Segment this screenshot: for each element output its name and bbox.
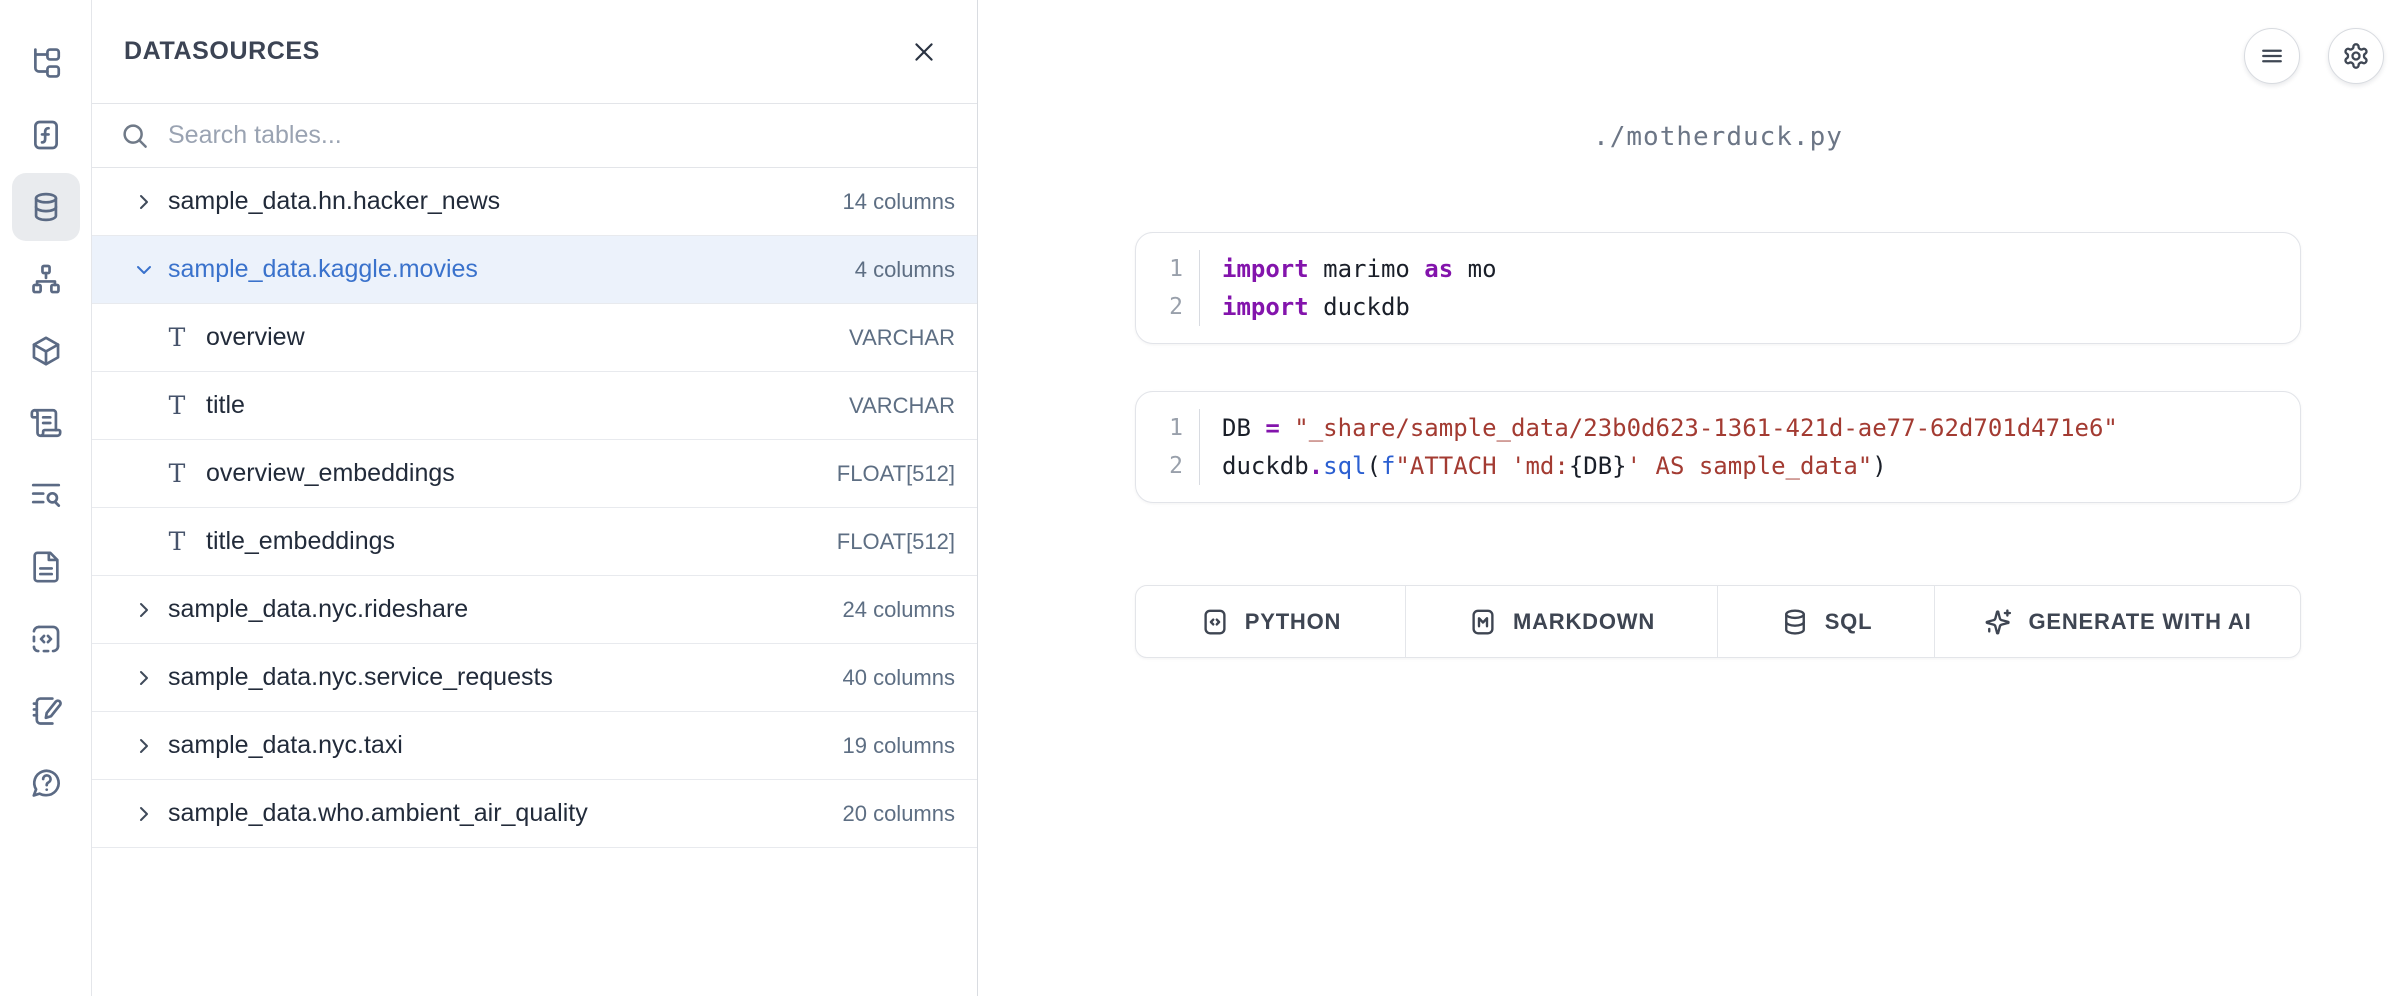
logs-icon: [29, 406, 63, 440]
code-cell[interactable]: 12import marimo as moimport duckdb: [1135, 232, 2301, 344]
line-number-gutter: 12: [1136, 409, 1200, 485]
column-type: VARCHAR: [849, 393, 955, 419]
code-square-icon: [1200, 607, 1230, 637]
code-editor[interactable]: import marimo as moimport duckdb: [1200, 250, 1497, 326]
text-type-icon: T: [162, 393, 192, 418]
column-type: FLOAT[512]: [837, 529, 955, 555]
add-markdown-label: MARKDOWN: [1513, 609, 1655, 635]
table-name: sample_data.nyc.service_requests: [168, 663, 826, 692]
table-column-count: 20 columns: [842, 801, 955, 827]
text-type-icon: T: [162, 461, 192, 486]
close-panel-button[interactable]: [907, 35, 941, 69]
table-column-count: 19 columns: [842, 733, 955, 759]
table-row[interactable]: sample_data.nyc.rideshare 24 columns: [92, 576, 977, 644]
table-column-count: 24 columns: [842, 597, 955, 623]
add-python-label: PYTHON: [1245, 609, 1341, 635]
search-icon: [120, 121, 150, 151]
activity-bar: [0, 0, 92, 996]
datasources-icon: [29, 190, 63, 224]
gear-icon: [2342, 42, 2370, 70]
snippets-icon: [29, 622, 63, 656]
table-row[interactable]: sample_data.hn.hacker_news 14 columns: [92, 168, 977, 236]
sidebar-item-help[interactable]: [12, 749, 80, 817]
column-row[interactable]: T title_embeddings FLOAT[512]: [92, 508, 977, 576]
help-icon: [29, 766, 63, 800]
sidebar-item-tracing[interactable]: [12, 461, 80, 529]
line-number-gutter: 12: [1136, 250, 1200, 326]
column-name: title: [206, 391, 833, 420]
settings-button[interactable]: [2328, 28, 2384, 84]
chevron-icon: [132, 190, 156, 214]
add-cell-bar: PYTHON MARKDOWN SQL GENERATE WITH AI: [1135, 585, 2301, 658]
table-name: sample_data.nyc.taxi: [168, 731, 826, 760]
sidebar-item-file-explorer[interactable]: [12, 29, 80, 97]
close-icon: [911, 39, 937, 65]
file-explorer-icon: [29, 46, 63, 80]
sidebar-item-datasources[interactable]: [12, 173, 80, 241]
tables-list: sample_data.hn.hacker_news 14 columns sa…: [92, 168, 977, 848]
column-name: overview_embeddings: [206, 459, 821, 488]
code-cell[interactable]: 12DB = "_share/sample_data/23b0d623-1361…: [1135, 391, 2301, 503]
table-name: sample_data.hn.hacker_news: [168, 187, 826, 216]
menu-button[interactable]: [2244, 28, 2300, 84]
datasources-panel: DATASOURCES sample_data.hn.hacker_news 1…: [92, 0, 978, 996]
column-row[interactable]: T overview VARCHAR: [92, 304, 977, 372]
table-row[interactable]: sample_data.kaggle.movies 4 columns: [92, 236, 977, 304]
generate-with-ai-label: GENERATE WITH AI: [2028, 609, 2251, 635]
packages-icon: [29, 334, 63, 368]
table-row[interactable]: sample_data.nyc.taxi 19 columns: [92, 712, 977, 780]
search-row: [92, 104, 977, 168]
sidebar-item-dependencies[interactable]: [12, 245, 80, 313]
text-type-icon: T: [162, 529, 192, 554]
markdown-icon: [1468, 607, 1498, 637]
sidebar-item-scratchpad[interactable]: [12, 677, 80, 745]
table-row[interactable]: sample_data.nyc.service_requests 40 colu…: [92, 644, 977, 712]
dependencies-icon: [29, 262, 63, 296]
panel-header: DATASOURCES: [92, 0, 977, 104]
sidebar-item-logs[interactable]: [12, 389, 80, 457]
sidebar-item-snippets[interactable]: [12, 605, 80, 673]
column-name: title_embeddings: [206, 527, 821, 556]
variables-icon: [29, 118, 63, 152]
add-sql-label: SQL: [1825, 609, 1873, 635]
table-column-count: 14 columns: [842, 189, 955, 215]
add-markdown-cell-button[interactable]: MARKDOWN: [1406, 586, 1718, 657]
menu-icon: [2258, 42, 2286, 70]
column-row[interactable]: T title VARCHAR: [92, 372, 977, 440]
column-name: overview: [206, 323, 833, 352]
database-icon: [1780, 607, 1810, 637]
notebook-area: ./motherduck.py 12import marimo as moimp…: [978, 0, 2399, 996]
scratchpad-icon: [29, 694, 63, 728]
table-column-count: 40 columns: [842, 665, 955, 691]
table-name: sample_data.kaggle.movies: [168, 255, 839, 284]
generate-with-ai-button[interactable]: GENERATE WITH AI: [1935, 586, 2300, 657]
chevron-icon: [132, 734, 156, 758]
chevron-icon: [132, 666, 156, 690]
documentation-icon: [29, 550, 63, 584]
add-python-cell-button[interactable]: PYTHON: [1136, 586, 1406, 657]
sidebar-item-variables[interactable]: [12, 101, 80, 169]
tracing-icon: [29, 478, 63, 512]
column-type: VARCHAR: [849, 325, 955, 351]
chevron-icon: [132, 802, 156, 826]
column-row[interactable]: T overview_embeddings FLOAT[512]: [92, 440, 977, 508]
notebook-filename[interactable]: ./motherduck.py: [1135, 122, 2301, 152]
text-type-icon: T: [162, 325, 192, 350]
table-column-count: 4 columns: [855, 257, 955, 283]
add-sql-cell-button[interactable]: SQL: [1718, 586, 1935, 657]
search-input[interactable]: [166, 120, 949, 151]
sidebar-item-documentation[interactable]: [12, 533, 80, 601]
table-name: sample_data.nyc.rideshare: [168, 595, 826, 624]
column-type: FLOAT[512]: [837, 461, 955, 487]
sidebar-item-packages[interactable]: [12, 317, 80, 385]
code-editor[interactable]: DB = "_share/sample_data/23b0d623-1361-4…: [1200, 409, 2118, 485]
table-name: sample_data.who.ambient_air_quality: [168, 799, 826, 828]
panel-title: DATASOURCES: [124, 37, 320, 66]
chevron-icon: [132, 598, 156, 622]
chevron-icon: [132, 258, 156, 282]
sparkles-icon: [1983, 607, 2013, 637]
table-row[interactable]: sample_data.who.ambient_air_quality 20 c…: [92, 780, 977, 848]
